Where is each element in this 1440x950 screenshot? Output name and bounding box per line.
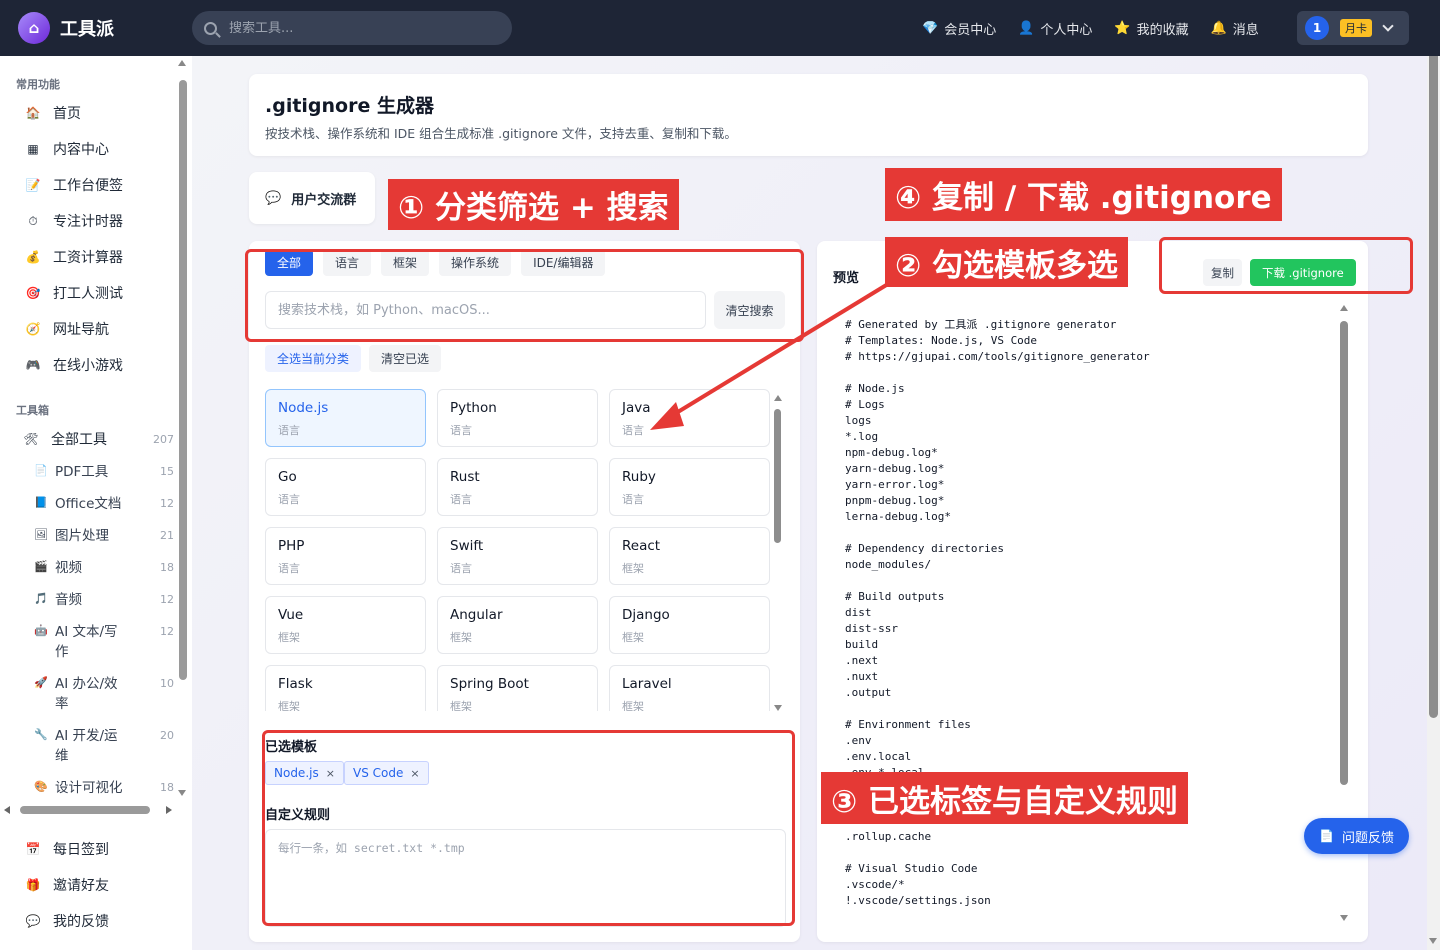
annotation-arrow-head bbox=[650, 402, 684, 430]
annotation-arrow bbox=[650, 282, 890, 430]
annotation-arrow-line bbox=[666, 282, 890, 420]
